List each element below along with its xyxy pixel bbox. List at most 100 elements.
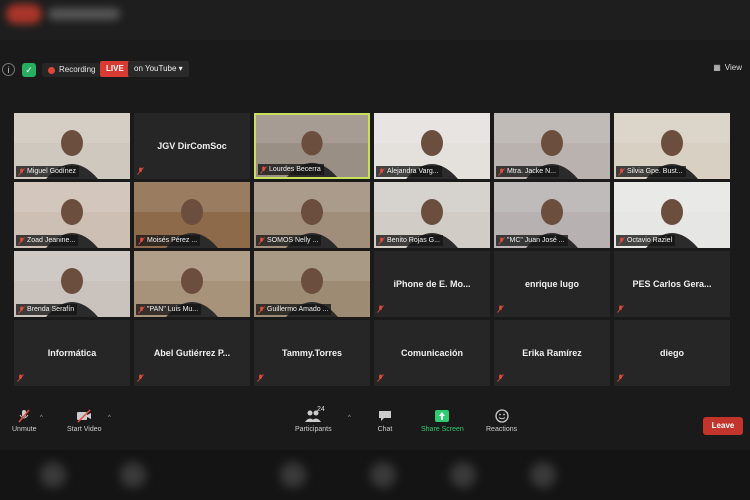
meeting-toolbar: Unmute ^ Start Video ^ 24 Participants ^…: [0, 405, 750, 447]
mic-muted-icon: [377, 305, 385, 314]
participant-name-center: Abel Gutiérrez P...: [153, 348, 231, 358]
participants-button[interactable]: 24 Participants: [295, 406, 332, 433]
unmute-button[interactable]: Unmute: [12, 409, 37, 433]
participant-tile[interactable]: Mtra. Jacke N...: [494, 113, 610, 179]
participant-name: Silvia Gpe. Bust...: [627, 168, 683, 175]
camera-off-icon: [77, 409, 92, 423]
mic-muted-icon: [497, 305, 505, 314]
participant-tile[interactable]: Guillermo Amado ...: [254, 251, 370, 317]
live-badge[interactable]: LIVE: [100, 61, 130, 77]
participant-tile[interactable]: Silvia Gpe. Bust...: [614, 113, 730, 179]
participant-tile[interactable]: Alejandra Varg...: [374, 113, 490, 179]
participant-name: Lourdes Becerra: [269, 166, 321, 173]
participant-name-center: PES Carlos Gera...: [632, 279, 712, 289]
participant-name-label: Moisés Pérez ...: [136, 235, 201, 246]
participant-tile[interactable]: JGV DirComSoc: [134, 113, 250, 179]
participant-name-label: Brenda Serafín: [16, 304, 78, 315]
participant-name-label: "PAN" Luis Mu...: [136, 304, 202, 315]
participant-name-center: Informática: [47, 348, 97, 358]
participant-tile[interactable]: enrique lugo: [494, 251, 610, 317]
gallery-grid: Miguel Godínez JGV DirComSoc Lourdes Becer…: [14, 113, 732, 386]
mic-muted-icon: [137, 374, 145, 383]
shield-icon[interactable]: ✓: [22, 63, 36, 77]
participant-name-label: Guillermo Amado ...: [256, 304, 332, 315]
participant-tile[interactable]: Benito Rojas G...: [374, 182, 490, 248]
share-screen-label: Share Screen: [421, 426, 464, 433]
participant-name: Guillermo Amado ...: [267, 306, 329, 313]
participant-name: Octavio Raziel: [627, 237, 673, 244]
reactions-label: Reactions: [486, 426, 518, 433]
participant-name: Moisés Pérez ...: [147, 237, 198, 244]
participant-tile[interactable]: iPhone de E. Mo...: [374, 251, 490, 317]
participant-tile[interactable]: Erika Ramírez: [494, 320, 610, 386]
participant-name-label: Lourdes Becerra: [258, 164, 324, 175]
participant-tile[interactable]: Octavio Raziel: [614, 182, 730, 248]
participant-tile[interactable]: "PAN" Luis Mu...: [134, 251, 250, 317]
view-button[interactable]: ▦ View: [713, 63, 742, 72]
participant-name-label: Benito Rojas G...: [376, 235, 443, 246]
participant-name-label: Alejandra Varg...: [376, 166, 442, 177]
participant-name: Alejandra Varg...: [387, 168, 439, 175]
mic-muted-icon: [617, 374, 625, 383]
video-options-caret[interactable]: ^: [108, 415, 111, 421]
participant-name-label: Zoad Jeanine...: [16, 235, 79, 246]
participant-tile[interactable]: Comunicación: [374, 320, 490, 386]
participant-name: Brenda Serafín: [27, 306, 75, 313]
leave-button[interactable]: Leave: [703, 417, 743, 435]
participant-tile[interactable]: Brenda Serafín: [14, 251, 130, 317]
participant-tile[interactable]: Tammy.Torres: [254, 320, 370, 386]
participant-tile[interactable]: Miguel Godínez: [14, 113, 130, 179]
mic-muted-icon: [17, 374, 25, 383]
youtube-stream-dropdown[interactable]: on YouTube ▾: [128, 61, 189, 77]
info-icon[interactable]: i: [2, 63, 15, 76]
chat-label: Chat: [377, 426, 393, 433]
blurred-top-bar: [0, 0, 750, 40]
reactions-button[interactable]: Reactions: [486, 409, 517, 433]
chat-button[interactable]: Chat: [377, 409, 393, 433]
participant-name-label: Miguel Godínez: [16, 166, 80, 177]
audio-options-caret[interactable]: ^: [40, 415, 43, 421]
participant-tile[interactable]: "MC" Juan José ...: [494, 182, 610, 248]
chevron-down-icon: ▾: [178, 64, 183, 73]
reaction-smiley-icon: [494, 409, 509, 423]
participant-name-label: SOMOS Nelly ...: [256, 235, 322, 246]
start-video-label: Start Video: [67, 426, 102, 433]
mic-muted-icon: [257, 374, 265, 383]
meeting-header: i ✓ Recording LIVE on YouTube ▾ ▦ View: [0, 58, 750, 82]
participant-name-label: Silvia Gpe. Bust...: [616, 166, 686, 177]
participants-label: Participants: [295, 426, 332, 433]
participant-tile[interactable]: SOMOS Nelly ...: [254, 182, 370, 248]
participant-tile[interactable]: Informática: [14, 320, 130, 386]
recording-label: Recording: [59, 65, 96, 74]
participant-tile[interactable]: Zoad Jeanine...: [14, 182, 130, 248]
participant-tile[interactable]: diego: [614, 320, 730, 386]
participant-name: "MC" Juan José ...: [507, 237, 565, 244]
blurred-bottom-bar: [0, 450, 750, 500]
participant-name-center: JGV DirComSoc: [157, 141, 227, 151]
participant-name-label: Mtra. Jacke N...: [496, 166, 560, 177]
mic-muted-icon: [137, 167, 145, 176]
participant-name: "PAN" Luis Mu...: [147, 306, 199, 313]
mic-muted-icon: [617, 305, 625, 314]
participant-tile[interactable]: Abel Gutiérrez P...: [134, 320, 250, 386]
participant-name-center: Comunicación: [400, 348, 463, 358]
participant-name-center: iPhone de E. Mo...: [393, 279, 471, 289]
participant-tile[interactable]: Lourdes Becerra: [254, 113, 370, 179]
participant-name: Zoad Jeanine...: [27, 237, 76, 244]
recording-indicator[interactable]: Recording: [42, 63, 102, 77]
participant-tile[interactable]: Moisés Pérez ...: [134, 182, 250, 248]
participant-tile[interactable]: PES Carlos Gera...: [614, 251, 730, 317]
participant-name-label: Octavio Raziel: [616, 235, 676, 246]
share-screen-button[interactable]: Share Screen: [421, 409, 464, 433]
participant-name: Miguel Godínez: [27, 168, 77, 175]
view-label: View: [724, 63, 742, 72]
participant-name-label: "MC" Juan José ...: [496, 235, 568, 246]
start-video-button[interactable]: Start Video: [67, 409, 102, 433]
mic-muted-icon: [377, 374, 385, 383]
share-screen-icon: [435, 410, 450, 422]
participant-name-center: Erika Ramírez: [522, 348, 582, 358]
participant-name: Benito Rojas G...: [387, 237, 440, 244]
participant-name-center: Tammy.Torres: [281, 348, 343, 358]
participants-caret[interactable]: ^: [348, 415, 351, 421]
chat-icon: [379, 411, 391, 421]
